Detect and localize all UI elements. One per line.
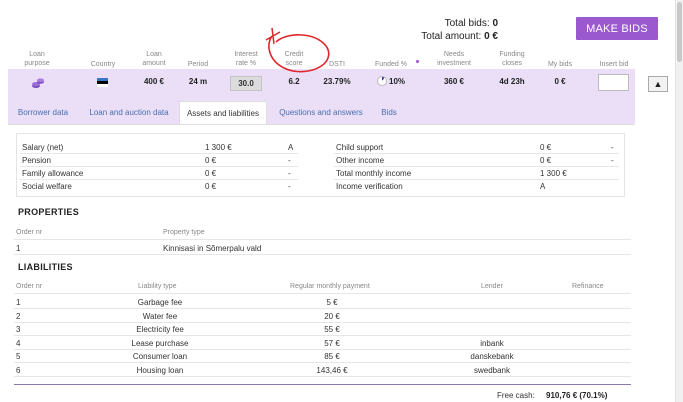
liabilities-header-refinance: Refinance bbox=[572, 283, 604, 290]
liabilities-header-type: Liability type bbox=[138, 283, 177, 290]
estonia-flag-icon bbox=[97, 78, 108, 87]
liability-order-nr: 4 bbox=[16, 339, 21, 348]
total-amount-label: Total amount: bbox=[421, 31, 482, 42]
col-period: Period bbox=[187, 61, 209, 68]
liability-payment: 55 € bbox=[324, 325, 340, 334]
income-amount: A bbox=[540, 182, 546, 191]
income-label: Other income bbox=[336, 156, 385, 165]
income-label: Salary (net) bbox=[22, 143, 64, 152]
funding-closes-value: 4d 23h bbox=[499, 77, 525, 86]
income-flag: A bbox=[288, 143, 294, 152]
free-cash-label: Free cash: bbox=[497, 391, 535, 400]
liability-type: Garbage fee bbox=[137, 298, 183, 307]
col-needs-investment: Needs investment bbox=[437, 51, 471, 67]
liability-type: Consumer loan bbox=[132, 352, 188, 361]
tab-borrower-data[interactable]: Borrower data bbox=[8, 101, 78, 125]
tab-questions-answers[interactable]: Questions and answers bbox=[272, 101, 370, 125]
total-amount-value: 0 € bbox=[484, 31, 498, 42]
dsti-value: 23.79% bbox=[323, 77, 351, 86]
liabilities-header-payment: Regular monthly payment bbox=[290, 283, 370, 290]
my-bids-value: 0 € bbox=[554, 77, 566, 86]
make-bids-button[interactable]: MAKE BIDS bbox=[576, 17, 658, 40]
total-bids-label: Total bids: bbox=[444, 18, 490, 29]
income-flag: - bbox=[611, 143, 614, 152]
tab-bids[interactable]: Bids bbox=[374, 101, 404, 125]
col-funded: Funded % bbox=[375, 61, 407, 68]
income-label: Social welfare bbox=[22, 182, 72, 191]
income-amount: 0 € bbox=[205, 156, 217, 165]
insert-bid-input[interactable] bbox=[598, 74, 629, 91]
income-flag: - bbox=[288, 156, 291, 165]
total-bids-value: 0 bbox=[492, 18, 498, 29]
liabilities-header-order: Order nr bbox=[16, 283, 43, 290]
income-label: Family allowance bbox=[22, 169, 84, 178]
liability-payment: 85 € bbox=[324, 352, 340, 361]
income-amount: 0 € bbox=[540, 156, 552, 165]
credit-score-value: 6.2 bbox=[288, 77, 300, 86]
liability-payment: 143,46 € bbox=[316, 366, 348, 375]
liability-order-nr: 5 bbox=[16, 352, 21, 361]
income-flag: - bbox=[288, 169, 291, 178]
col-my-bids: My bids bbox=[547, 61, 573, 68]
coins-icon bbox=[32, 78, 44, 88]
income-flag: - bbox=[611, 156, 614, 165]
liabilities-title: LIABILITIES bbox=[18, 262, 73, 272]
liability-type: Lease purchase bbox=[131, 339, 189, 348]
funded-pie-icon bbox=[377, 76, 387, 86]
tab-assets-liabilities[interactable]: Assets and liabilities bbox=[179, 101, 267, 125]
needs-investment-value: 360 € bbox=[443, 77, 465, 86]
liability-lender: danskebank bbox=[470, 352, 514, 361]
loan-amount: 400 € bbox=[143, 77, 165, 86]
page-scrollbar[interactable] bbox=[675, 0, 683, 402]
liability-payment: 57 € bbox=[324, 339, 340, 348]
liability-payment: 5 € bbox=[326, 298, 338, 307]
properties-title: PROPERTIES bbox=[18, 207, 80, 217]
income-label: Total monthly income bbox=[336, 169, 412, 178]
liability-type: Water fee bbox=[142, 312, 178, 321]
property-type: Kinnisasi in Sõmerpalu vald bbox=[163, 244, 262, 253]
income-label: Income verification bbox=[336, 182, 403, 191]
red-circle-annotation bbox=[265, 27, 330, 73]
liability-lender: swedbank bbox=[473, 366, 511, 375]
properties-header-order: Order nr bbox=[16, 229, 43, 236]
liability-order-nr: 6 bbox=[16, 366, 21, 375]
scrollbar-thumb[interactable] bbox=[677, 2, 682, 62]
totals-summary: Total bids: 0 Total amount: 0 € bbox=[421, 17, 498, 43]
income-flag: - bbox=[288, 182, 291, 191]
liabilities-header-lender: Lender bbox=[481, 283, 503, 290]
col-insert-bid: Insert bid bbox=[599, 61, 629, 68]
income-amount: 1 300 € bbox=[205, 143, 232, 152]
liability-order-nr: 1 bbox=[16, 298, 21, 307]
liability-lender: inbank bbox=[480, 339, 504, 348]
income-amount: 0 € bbox=[540, 143, 552, 152]
chevron-up-icon[interactable]: ▲ bbox=[648, 76, 668, 92]
income-amount: 0 € bbox=[205, 169, 217, 178]
funded-value: 10% bbox=[389, 77, 406, 86]
liability-order-nr: 2 bbox=[16, 312, 21, 321]
liability-type: Housing loan bbox=[136, 366, 184, 375]
property-order-nr: 1 bbox=[16, 244, 21, 253]
interest-rate-value: 30.0 bbox=[230, 76, 262, 91]
income-label: Pension bbox=[22, 156, 51, 165]
liability-type: Electricity fee bbox=[136, 325, 184, 334]
loan-period: 24 m bbox=[188, 77, 208, 86]
free-cash-divider bbox=[14, 384, 631, 385]
income-amount: 1 300 € bbox=[540, 169, 567, 178]
tab-loan-auction-data[interactable]: Loan and auction data bbox=[82, 101, 176, 125]
free-cash-value: 910,76 € (70.1%) bbox=[546, 391, 608, 400]
col-funding-closes: Funding closes bbox=[499, 51, 525, 67]
col-country: Country bbox=[90, 61, 116, 68]
liability-payment: 20 € bbox=[324, 312, 340, 321]
properties-header-type: Property type bbox=[163, 229, 205, 236]
income-amount: 0 € bbox=[205, 182, 217, 191]
col-loan-purpose: Loan purpose bbox=[24, 51, 50, 67]
col-loan-amount: Loan amount bbox=[142, 51, 166, 67]
income-summary-box bbox=[16, 133, 625, 197]
liability-order-nr: 3 bbox=[16, 325, 21, 334]
income-label: Child support bbox=[336, 143, 384, 152]
funded-sort-dot[interactable] bbox=[416, 60, 419, 63]
